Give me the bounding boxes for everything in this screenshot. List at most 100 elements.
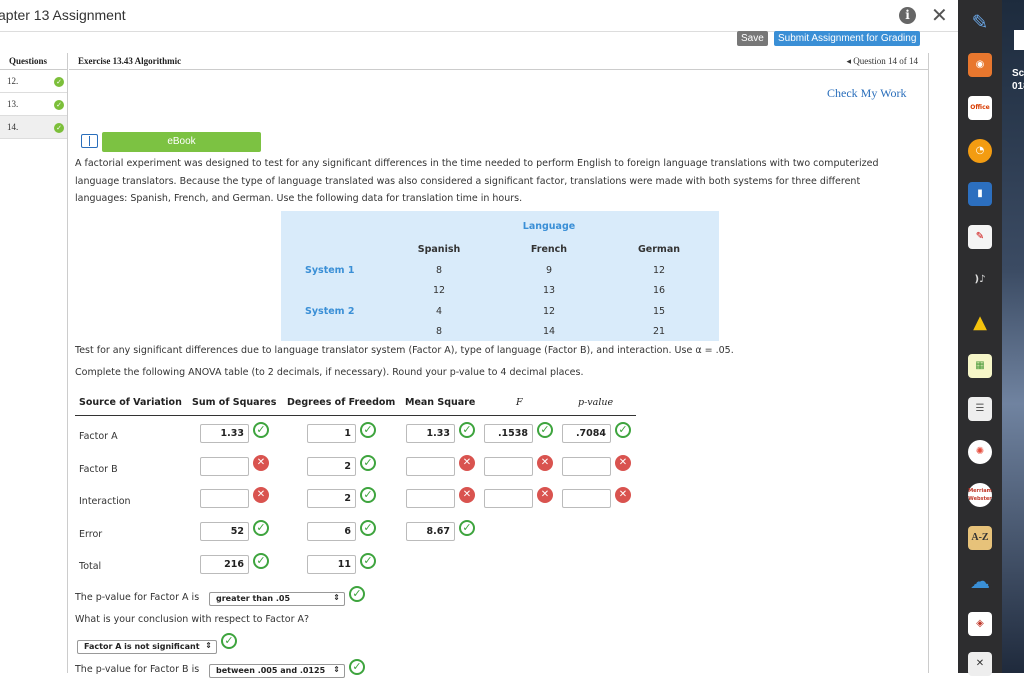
cloud-icon[interactable]: ☁ <box>968 569 992 593</box>
document-icon[interactable]: ☰ <box>968 397 992 421</box>
questions-header: Questions <box>0 53 67 70</box>
ss-input[interactable]: 216 <box>200 555 249 574</box>
correct-icon: ✓ <box>459 422 475 438</box>
correct-icon: ✓ <box>360 520 376 536</box>
ss-input[interactable]: 1.33 <box>200 424 249 443</box>
df-input[interactable]: 2 <box>307 457 356 476</box>
office-label: Office <box>970 104 990 111</box>
correct-icon: ✓ <box>537 422 553 438</box>
question-position[interactable]: ◂ Question 14 of 14 <box>846 56 918 67</box>
cv-icon[interactable]: ◈ <box>968 612 992 636</box>
table-cell: 12 <box>652 265 666 276</box>
df-input[interactable]: 11 <box>307 555 356 574</box>
office-icon[interactable]: Office <box>968 96 992 120</box>
row-label: System 1 <box>305 265 355 276</box>
data-table: Language Spanish French German System 1 … <box>281 211 719 341</box>
header-ms: Mean Square <box>405 397 476 408</box>
question-item-14[interactable]: 14. ✓ <box>0 116 67 139</box>
ms-input[interactable] <box>406 457 455 476</box>
incorrect-icon: ✕ <box>537 455 553 471</box>
title-bar: apter 13 Assignment i ✕ <box>0 0 958 32</box>
row-label: Factor A <box>79 431 118 442</box>
row-label: System 2 <box>305 306 355 317</box>
questions-panel: Questions 12. ✓ 13. ✓ 14. ✓ <box>0 53 68 673</box>
table-cell: 8 <box>435 265 443 276</box>
book-icon[interactable] <box>81 134 98 148</box>
incorrect-icon: ✕ <box>459 487 475 503</box>
df-input[interactable]: 1 <box>307 424 356 443</box>
question-item-13[interactable]: 13. ✓ <box>0 93 67 116</box>
chevron-updown-icon: ⇕ <box>205 641 212 650</box>
desktop-text: Sc <box>1012 68 1024 79</box>
merriam-webster-icon[interactable]: Merriam Webster <box>968 483 992 507</box>
a-z-icon[interactable]: A-Z <box>968 526 992 550</box>
pencil-icon[interactable]: ✎ <box>968 10 992 34</box>
correct-icon: ✓ <box>615 422 631 438</box>
desktop-window <box>1014 30 1024 50</box>
p-input[interactable] <box>562 457 611 476</box>
table-cell: 14 <box>542 326 556 337</box>
complete-instruction: Complete the following ANOVA table (to 2… <box>75 367 584 378</box>
table-cell: 4 <box>435 306 443 317</box>
table-cell: 15 <box>652 306 666 317</box>
rss-icon[interactable]: ◉ <box>968 53 992 77</box>
f-input[interactable] <box>484 489 533 508</box>
row-label: Error <box>79 529 103 540</box>
divider <box>928 53 929 673</box>
p-factor-b-select[interactable]: between .005 and .0125 ⇕ <box>209 664 345 678</box>
ms-input[interactable] <box>406 489 455 508</box>
merriam-label: Merriam Webster <box>968 488 992 502</box>
p-factor-a-select[interactable]: greater than .05 ⇕ <box>209 592 345 606</box>
check-my-work-link[interactable]: Check My Work <box>827 86 906 101</box>
ss-input[interactable]: 52 <box>200 522 249 541</box>
question-number: 12. <box>7 76 19 86</box>
app-dock: ✎ ◉ Office ◔ ▮ ✎ )♪ ▲ ▦ ☰ ✺ Merriam Webs… <box>958 0 1002 676</box>
column-header: French <box>530 244 568 255</box>
f-input[interactable] <box>484 457 533 476</box>
correct-icon: ✓ <box>459 520 475 536</box>
incorrect-icon: ✕ <box>253 487 269 503</box>
clock-icon[interactable]: ◔ <box>968 139 992 163</box>
notebook-icon[interactable]: ▮ <box>968 182 992 206</box>
ss-input[interactable] <box>200 457 249 476</box>
close-icon[interactable]: ✕ <box>931 3 948 27</box>
ss-input[interactable] <box>200 489 249 508</box>
color-wheel-icon[interactable]: ✺ <box>968 440 992 464</box>
question-item-12[interactable]: 12. ✓ <box>0 70 67 93</box>
correct-icon: ✓ <box>360 487 376 503</box>
correct-icon: ✓ <box>221 633 237 649</box>
ms-input[interactable]: 8.67 <box>406 522 455 541</box>
header-ss: Sum of Squares <box>192 397 277 408</box>
conclusion-question: What is your conclusion with respect to … <box>75 614 310 625</box>
tools-icon[interactable]: ✕ <box>968 652 992 676</box>
df-input[interactable]: 2 <box>307 489 356 508</box>
correct-icon: ✓ <box>360 553 376 569</box>
cart-icon[interactable]: ▦ <box>968 354 992 378</box>
select-value: greater than .05 <box>216 594 291 603</box>
check-icon: ✓ <box>54 77 64 87</box>
select-value: Factor A is not significant <box>84 642 200 651</box>
column-header: Spanish <box>417 244 461 255</box>
desktop-text: 018 <box>1012 81 1024 92</box>
df-input[interactable]: 6 <box>307 522 356 541</box>
table-cell: 12 <box>432 285 446 296</box>
test-instruction: Test for any significant differences due… <box>75 345 734 356</box>
table-cell: 13 <box>542 285 556 296</box>
save-button[interactable]: Save <box>737 31 768 46</box>
p-input[interactable]: .7084 <box>562 424 611 443</box>
ms-input[interactable]: 1.33 <box>406 424 455 443</box>
conclusion-select[interactable]: Factor A is not significant ⇕ <box>77 640 217 654</box>
notepad-icon[interactable]: ✎ <box>968 225 992 249</box>
table-cell: 9 <box>545 265 553 276</box>
info-icon[interactable]: i <box>899 7 916 24</box>
header-f: F <box>516 397 523 408</box>
ebook-button[interactable]: eBook <box>102 132 261 152</box>
p-input[interactable] <box>562 489 611 508</box>
f-input[interactable]: .1538 <box>484 424 533 443</box>
submit-assignment-button[interactable]: Submit Assignment for Grading <box>774 31 921 46</box>
voice-icon[interactable]: )♪ <box>968 268 992 292</box>
header-df: Degrees of Freedom <box>287 397 396 408</box>
exercise-title: Exercise 13.43 Algorithmic <box>78 56 182 66</box>
google-drive-icon[interactable]: ▲ <box>968 311 992 335</box>
p-factor-b-label: The p-value for Factor B is <box>75 664 200 675</box>
